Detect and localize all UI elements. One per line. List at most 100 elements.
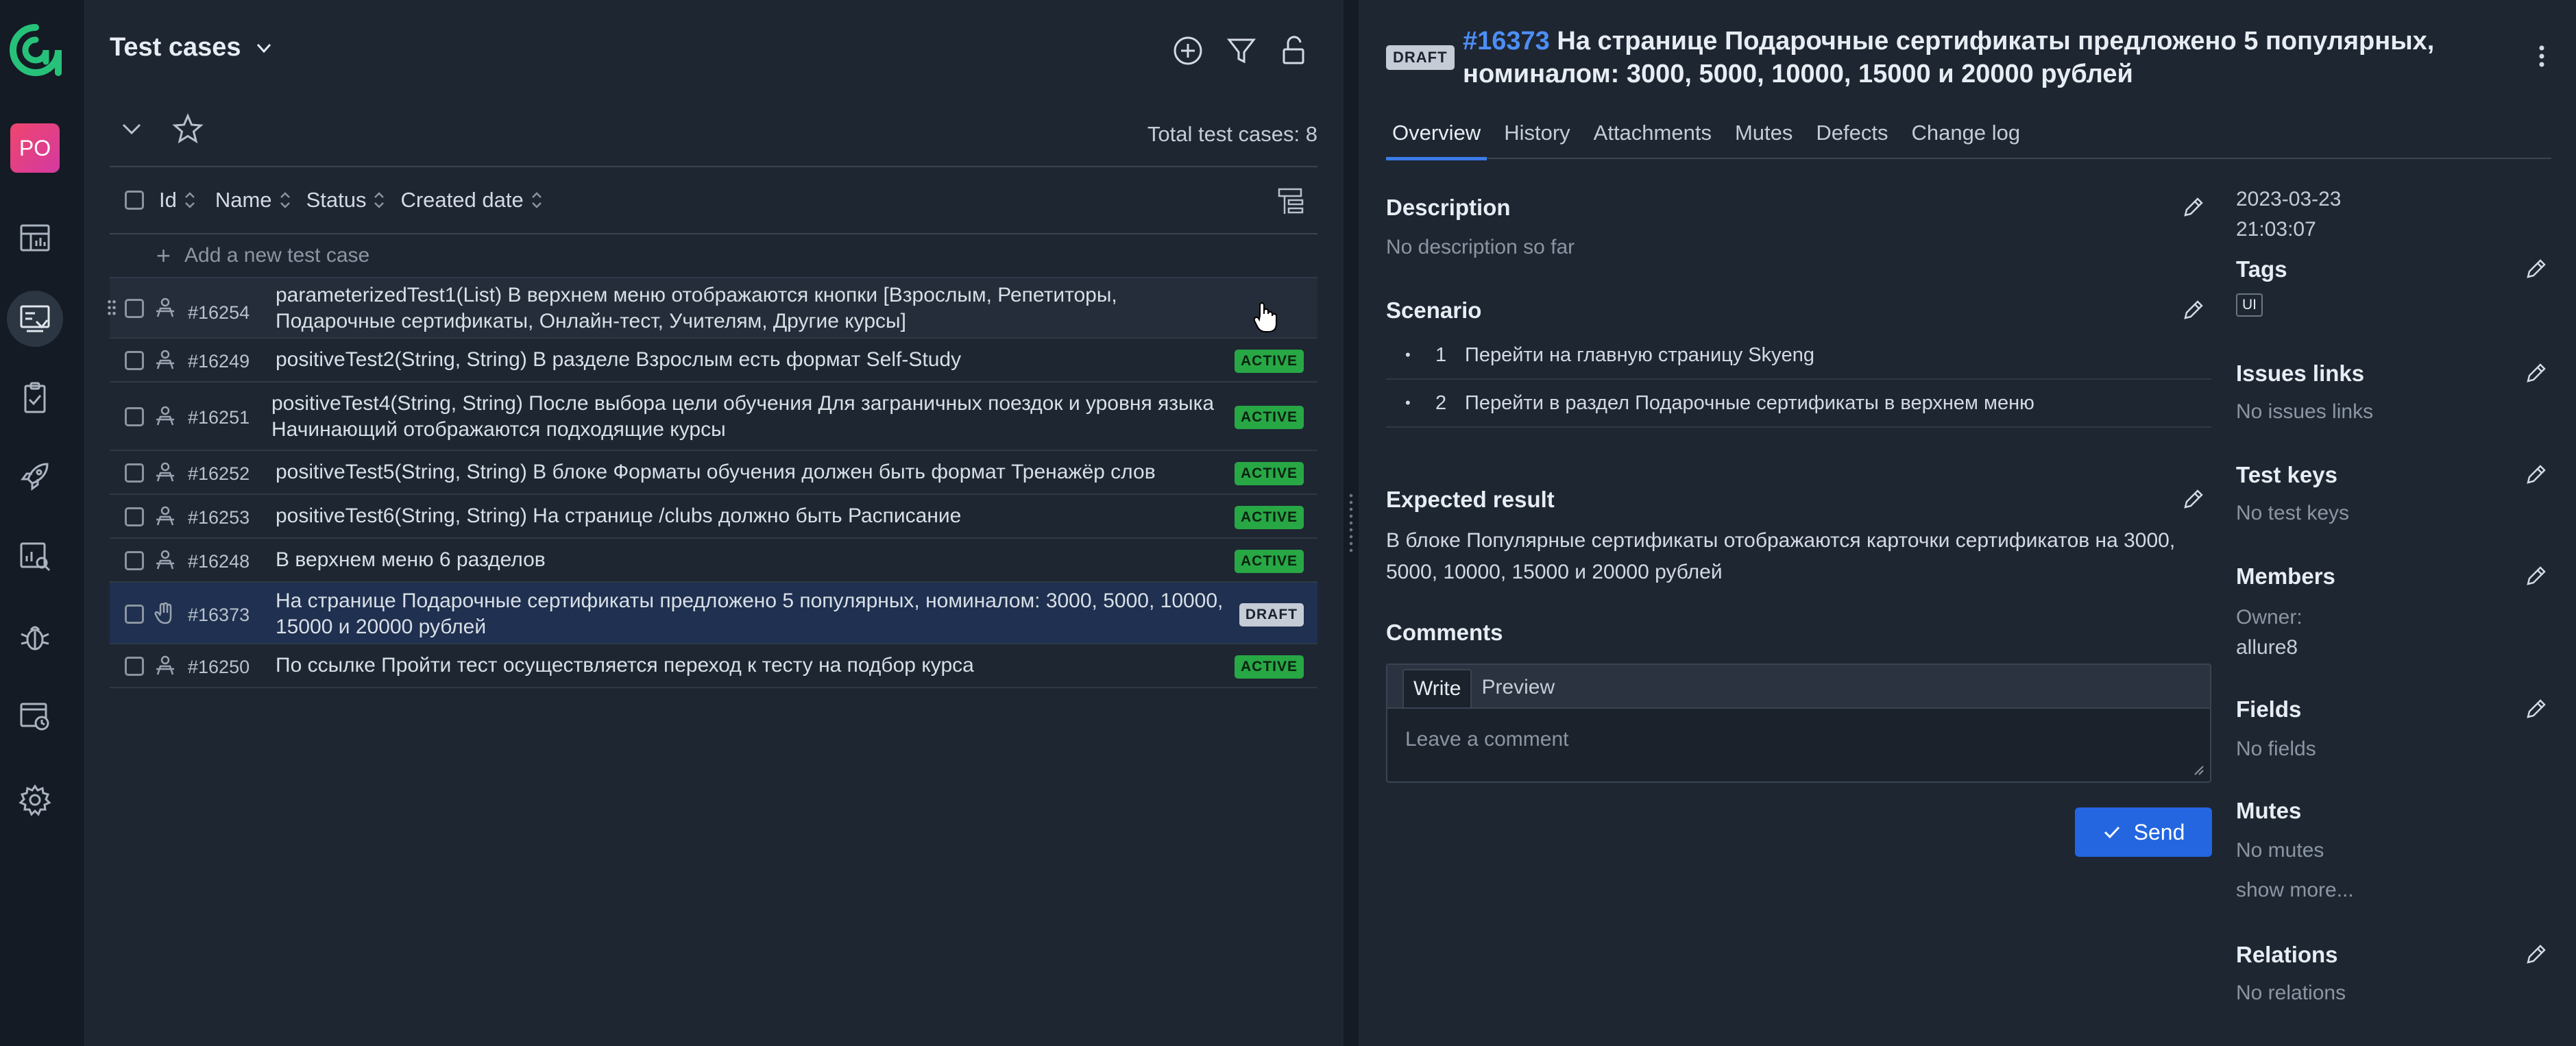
table-row[interactable]: #16254 parameterizedTest1(List) В верхне…: [107, 278, 1317, 339]
add-test-case-row[interactable]: + Add a new test case: [110, 234, 1317, 278]
pencil-edit-icon[interactable]: [2181, 297, 2206, 322]
tab-attachments[interactable]: Attachments: [1588, 114, 1718, 159]
pencil-edit-icon[interactable]: [2524, 696, 2549, 721]
dashboard-icon[interactable]: [7, 210, 63, 266]
description-title: Description: [1386, 195, 1511, 220]
tags-title: Tags: [2236, 256, 2287, 282]
allure-logo-icon[interactable]: [9, 23, 62, 77]
chevron-down-icon[interactable]: [118, 115, 145, 143]
column-id[interactable]: Id: [159, 188, 196, 212]
add-circle-icon[interactable]: [1171, 34, 1204, 67]
column-status[interactable]: Status: [306, 188, 386, 212]
automated-robot-icon: [156, 506, 174, 526]
relations-title: Relations: [2236, 942, 2338, 967]
test-case-name: positiveTest5(String, String) В блоке Фо…: [276, 461, 1156, 483]
sort-icon: [374, 192, 385, 208]
pencil-edit-icon[interactable]: [2524, 942, 2549, 966]
status-badge: ACTIVE: [1234, 462, 1304, 485]
pencil-edit-icon[interactable]: [2524, 462, 2549, 487]
table-row[interactable]: #16250 По ссылке Пройти тест осуществляе…: [110, 644, 1317, 688]
tab-change-log[interactable]: Change log: [1906, 114, 2027, 159]
tab-defects[interactable]: Defects: [1810, 114, 1894, 159]
pencil-edit-icon[interactable]: [2181, 487, 2206, 511]
table-row[interactable]: #16251 positiveTest4(String, String) Пос…: [110, 382, 1317, 451]
pencil-edit-icon[interactable]: [2524, 256, 2549, 281]
settings-gear-icon[interactable]: [7, 772, 63, 828]
drag-handle-icon[interactable]: [107, 299, 117, 317]
column-name[interactable]: Name: [215, 188, 291, 212]
filter-icon[interactable]: [1225, 34, 1258, 67]
bug-icon[interactable]: [7, 609, 63, 665]
panel-title-dropdown[interactable]: Test cases: [110, 33, 274, 62]
row-checkbox[interactable]: [125, 657, 144, 676]
more-vertical-icon[interactable]: [2538, 42, 2546, 70]
status-badge: ACTIVE: [1234, 406, 1304, 429]
tag-chip[interactable]: UI: [2236, 293, 2263, 317]
table-row[interactable]: #16253 positiveTest6(String, String) На …: [110, 495, 1317, 539]
test-case-name: В верхнем меню 6 разделов: [276, 548, 546, 571]
table-row-selected[interactable]: #16373 На странице Подарочные сертификат…: [110, 583, 1317, 644]
show-more-link[interactable]: show more...: [2236, 879, 2354, 902]
test-case-detail-panel: DRAFT #16373 На странице Подарочные серт…: [1359, 0, 2576, 1046]
scenario-step[interactable]: • 2 Перейти в раздел Подарочные сертифик…: [1386, 380, 2211, 428]
issues-links-title: Issues links: [2236, 361, 2365, 386]
project-avatar[interactable]: PO: [10, 123, 60, 173]
pencil-edit-icon[interactable]: [2524, 563, 2549, 588]
status-badge: ACTIVE: [1234, 350, 1304, 373]
automated-robot-icon: [156, 462, 174, 482]
row-checkbox[interactable]: [125, 407, 144, 426]
select-all-checkbox[interactable]: [125, 191, 144, 210]
launches-icon[interactable]: [7, 370, 63, 426]
tab-history[interactable]: History: [1498, 114, 1576, 159]
manual-hand-icon: [154, 602, 172, 624]
unlock-icon[interactable]: [1277, 34, 1310, 67]
row-checkbox[interactable]: [125, 551, 144, 570]
test-case-list-panel: Test cases Total test cases: 8 Id Name S…: [84, 0, 1344, 1046]
comment-tabs: Write Preview: [1387, 665, 2210, 709]
status-badge: ACTIVE: [1234, 506, 1304, 529]
owner-label: Owner:: [2236, 606, 2302, 629]
test-keys-value: No test keys: [2236, 502, 2350, 524]
bullet-icon: •: [1405, 394, 1411, 411]
row-checkbox[interactable]: [125, 299, 144, 318]
row-checkbox[interactable]: [125, 351, 144, 370]
panel-title: Test cases: [110, 33, 241, 62]
test-cases-icon[interactable]: [7, 291, 63, 347]
row-checkbox[interactable]: [125, 463, 144, 483]
send-button[interactable]: Send: [2075, 807, 2212, 857]
members-title: Members: [2236, 563, 2335, 589]
detail-id[interactable]: #16373: [1463, 27, 1550, 56]
test-case-name: По ссылке Пройти тест осуществляется пер…: [276, 654, 974, 677]
mutes-value: No mutes: [2236, 839, 2324, 862]
detail-tabs: Overview History Attachments Mutes Defec…: [1386, 114, 2551, 160]
column-created-date[interactable]: Created date: [400, 188, 542, 212]
comment-input[interactable]: Leave a comment: [1405, 728, 1568, 751]
analytics-search-icon[interactable]: [7, 528, 63, 584]
resize-handle-icon[interactable]: [2192, 764, 2204, 776]
scenario-step[interactable]: • 1 Перейти на главную страницу Skyeng: [1386, 332, 2211, 380]
comment-write-tab[interactable]: Write: [1402, 669, 1472, 707]
fields-value: No fields: [2236, 738, 2316, 760]
tab-mutes[interactable]: Mutes: [1729, 114, 1799, 159]
pencil-edit-icon[interactable]: [2524, 361, 2549, 385]
test-case-name: positiveTest2(String, String) В разделе …: [276, 348, 962, 371]
table-row[interactable]: #16252 positiveTest5(String, String) В б…: [110, 451, 1317, 495]
issues-links-value: No issues links: [2236, 400, 2374, 423]
column-settings-icon[interactable]: [1276, 186, 1307, 217]
table-row[interactable]: #16248 В верхнем меню 6 разделов ACTIVE: [110, 539, 1317, 583]
jobs-icon[interactable]: [7, 688, 63, 744]
row-checkbox[interactable]: [125, 605, 144, 624]
table-row[interactable]: #16249 positiveTest2(String, String) В р…: [110, 339, 1317, 382]
owner-value: allure8: [2236, 636, 2298, 659]
check-icon: [2104, 826, 2119, 839]
tab-overview[interactable]: Overview: [1386, 114, 1487, 160]
panel-resize-handle[interactable]: [1344, 0, 1359, 1046]
comment-preview-tab[interactable]: Preview: [1472, 669, 1564, 707]
expected-result-value: В блоке Популярные сертификаты отображаю…: [1386, 529, 2176, 583]
row-checkbox[interactable]: [125, 507, 144, 526]
plus-icon: +: [156, 241, 171, 269]
created-date: 2023-03-23: [2236, 188, 2342, 210]
pencil-edit-icon[interactable]: [2181, 195, 2206, 219]
rocket-icon[interactable]: [7, 448, 63, 504]
star-icon[interactable]: [171, 112, 204, 145]
